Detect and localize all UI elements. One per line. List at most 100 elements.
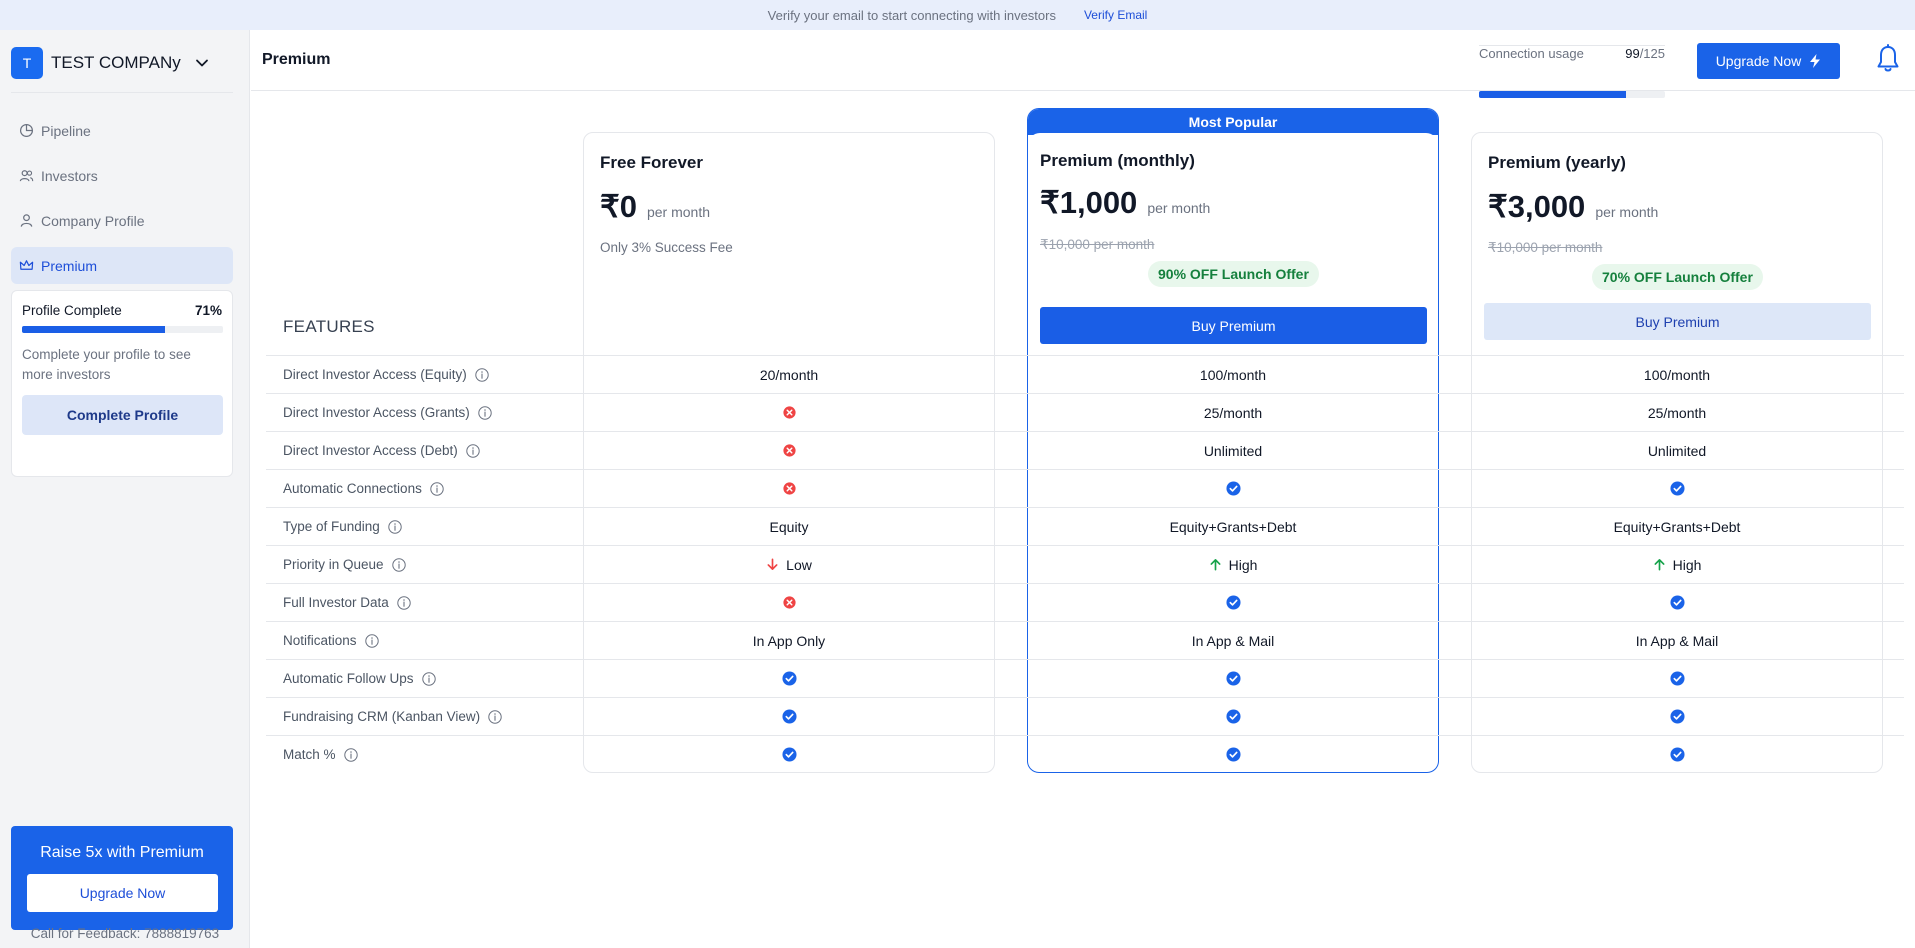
x-circle-icon (782, 596, 796, 609)
lightning-icon (1810, 54, 1821, 68)
info-icon[interactable] (388, 519, 402, 534)
feature-comparison-table: Direct Investor Access (Equity) 20/month 1… (266, 355, 1904, 773)
feature-label: Direct Investor Access (Grants) (283, 405, 470, 420)
check-circle-icon (1225, 671, 1241, 686)
feature-name: Automatic Connections (283, 470, 444, 507)
feature-row: Type of Funding Equity Equity+Grants+Debt E… (266, 507, 1904, 545)
feature-name: Full Investor Data (283, 584, 411, 621)
plan-feature-cell: In App & Mail (1027, 622, 1439, 659)
feature-label: Automatic Follow Ups (283, 671, 414, 686)
info-icon[interactable] (364, 633, 379, 648)
usage-total: /125 (1639, 46, 1665, 61)
priority-label: High (1672, 556, 1702, 573)
plan-feature-cell (583, 470, 995, 507)
most-popular-badge: Most Popular (1028, 109, 1438, 135)
bell-icon[interactable] (1875, 44, 1901, 74)
complete-profile-button[interactable]: Complete Profile (22, 395, 223, 435)
feature-row: Direct Investor Access (Equity) 20/month 1… (266, 355, 1904, 393)
check-circle-icon (1669, 709, 1685, 724)
premium-promo-card: Raise 5x with Premium Upgrade Now (11, 826, 233, 930)
user-icon (20, 214, 33, 227)
plan-feature-cell (1471, 660, 1883, 697)
upgrade-now-label: Upgrade Now (1715, 53, 1802, 69)
plan-feature-cell (583, 584, 995, 621)
plan-feature-cell: Equity+Grants+Debt (1027, 508, 1439, 545)
price-amount: ₹1,000 (1040, 185, 1138, 220)
profile-hint: Complete your profile to see more invest… (22, 347, 191, 382)
feature-label: Priority in Queue (283, 557, 384, 572)
check-circle-icon (1225, 481, 1241, 496)
info-icon[interactable] (475, 367, 489, 382)
sidebar-item-premium[interactable]: Premium (11, 247, 233, 284)
check-circle-icon (1225, 595, 1241, 610)
info-icon[interactable] (466, 443, 480, 458)
plan-feature-cell (1471, 584, 1883, 621)
promo-upgrade-button[interactable]: Upgrade Now (27, 874, 218, 912)
feature-row: Automatic Connections (266, 469, 1904, 507)
feature-value: 20/month (759, 366, 819, 383)
sidebar-item-company-profile[interactable]: Company Profile (11, 202, 233, 239)
plan-feature-cell (1027, 660, 1439, 697)
check-circle-icon (1225, 709, 1241, 724)
connection-usage: Connection usage 99/125 (1479, 45, 1665, 98)
buy-premium-monthly-button[interactable]: Buy Premium (1040, 307, 1427, 344)
plan-feature-cell: 25/month (1471, 394, 1883, 431)
plan-feature-cell (1027, 698, 1439, 735)
users-icon (19, 170, 34, 182)
info-icon[interactable] (391, 557, 406, 572)
price-amount: ₹3,000 (1488, 189, 1586, 224)
sidebar-item-pipeline[interactable]: Pipeline (11, 112, 233, 149)
plan-feature-cell (583, 698, 995, 735)
check-circle-icon (1669, 671, 1685, 686)
plan-feature-cell (583, 736, 995, 773)
plan-feature-cell (1027, 736, 1439, 773)
feature-name: Match % (283, 736, 358, 773)
feature-value: In App & Mail (1635, 632, 1719, 649)
pie-chart-icon (19, 123, 34, 138)
usage-used: 99 (1625, 46, 1640, 61)
price-period: per month (1147, 200, 1211, 216)
info-icon[interactable] (478, 405, 492, 420)
plan-feature-cell: Unlimited (1471, 432, 1883, 469)
arrow-up-icon (1210, 559, 1221, 571)
x-circle-icon (782, 406, 796, 419)
feature-row: Match % (266, 735, 1904, 773)
sidebar-item-investors[interactable]: Investors (11, 157, 233, 194)
feature-name: Priority in Queue (283, 546, 406, 583)
feature-name: Direct Investor Access (Debt) (283, 432, 480, 469)
usage-label: Connection usage (1479, 46, 1584, 61)
plan-feature-cell (583, 432, 995, 469)
feature-value: 25/month (1203, 404, 1263, 421)
offer-badge: 70% OFF Launch Offer (1592, 264, 1763, 290)
sidebar-item-label: Investors (41, 167, 98, 184)
plan-feature-cell: 20/month (583, 356, 995, 393)
feedback-contact: Call for Feedback: 7888819763 (30, 926, 220, 941)
plan-price: ₹1,000 per month (1040, 185, 1210, 221)
feature-row: Fundraising CRM (Kanban View) (266, 697, 1904, 735)
company-avatar: T (11, 47, 43, 79)
plan-feature-cell: 25/month (1027, 394, 1439, 431)
company-name: TEST COMPANy (51, 53, 181, 72)
feature-row: Notifications In App Only In App & Mail In … (266, 621, 1904, 659)
info-icon[interactable] (343, 747, 358, 762)
feature-label: Match % (283, 747, 336, 762)
verify-email-link[interactable]: Verify Email (1084, 8, 1147, 22)
info-icon[interactable] (430, 481, 444, 496)
check-circle-icon (1669, 747, 1685, 762)
buy-premium-yearly-button[interactable]: Buy Premium (1484, 303, 1871, 340)
info-icon[interactable] (397, 595, 411, 610)
company-switcher[interactable]: T TEST COMPANy (11, 46, 233, 80)
plan-feature-cell (1027, 470, 1439, 507)
info-icon[interactable] (488, 709, 502, 724)
feature-value: 100/month (1643, 366, 1711, 383)
upgrade-now-button[interactable]: Upgrade Now (1697, 43, 1840, 79)
plan-feature-cell: High (1471, 546, 1883, 583)
plan-price: ₹3,000 per month (1488, 189, 1658, 225)
profile-progress-fill (22, 326, 165, 333)
feature-value: In App Only (752, 632, 826, 649)
info-icon[interactable] (421, 671, 436, 686)
plan-price: ₹0 per month (600, 189, 710, 225)
price-period: per month (1595, 204, 1659, 220)
sidebar-item-label: Company Profile (41, 212, 145, 229)
feature-name: Automatic Follow Ups (283, 660, 436, 697)
